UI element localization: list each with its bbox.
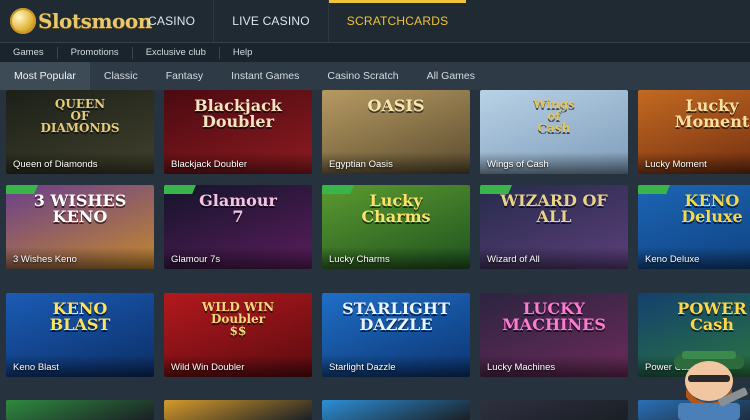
game-logo-text: KENO Deluxe bbox=[644, 193, 750, 225]
game-tile-egyptian-oasis[interactable]: OASIS Egyptian Oasis bbox=[322, 90, 470, 174]
game-tile-wizard-of-all[interactable]: WIZARD OF ALL Wizard of All bbox=[480, 185, 628, 269]
game-logo-text: WILD WIN Doubler $$ bbox=[170, 301, 306, 337]
game-tile-3-wishes-keno[interactable]: 3 WISHES KENO 3 Wishes Keno bbox=[6, 185, 154, 269]
game-title: Starlight Dazzle bbox=[329, 362, 396, 373]
category-tabs-bar: Most Popular Classic Fantasy Instant Gam… bbox=[0, 62, 750, 90]
game-logo-text: QUEEN OF DIAMONDS bbox=[12, 98, 148, 134]
game-logo-text: WIZARD OF ALL bbox=[486, 193, 622, 225]
game-title: Glamour 7s bbox=[171, 254, 221, 265]
game-tile-partial[interactable] bbox=[322, 400, 470, 420]
game-logo-text: KENO BLAST bbox=[12, 301, 148, 333]
game-tile-wild-win-doubler[interactable]: WILD WIN Doubler $$ Wild Win Doubler bbox=[164, 293, 312, 377]
new-badge-icon bbox=[480, 185, 512, 194]
mascot-character-icon bbox=[674, 351, 748, 420]
game-logo-line: DIAMONDS bbox=[40, 121, 120, 135]
main-nav-casino[interactable]: CASINO bbox=[130, 0, 213, 42]
game-logo-text: OASIS bbox=[328, 98, 464, 114]
game-title: Wings of Cash bbox=[487, 159, 549, 170]
game-tile-keno-deluxe[interactable]: KENO Deluxe Keno Deluxe bbox=[638, 185, 750, 269]
game-logo-line: WIZARD OF ALL bbox=[500, 191, 608, 226]
game-tile-blackjack-doubler[interactable]: Blackjack Doubler Blackjack Doubler bbox=[164, 90, 312, 174]
tab-most-popular[interactable]: Most Popular bbox=[0, 62, 90, 90]
tab-casino-scratch[interactable]: Casino Scratch bbox=[313, 62, 412, 90]
game-title: Queen of Diamonds bbox=[13, 159, 98, 170]
game-tile-starlight-dazzle[interactable]: STARLIGHT DAZZLE Starlight Dazzle bbox=[322, 293, 470, 377]
game-logo-text: Lucky Moment bbox=[644, 98, 750, 130]
tab-classic[interactable]: Classic bbox=[90, 62, 152, 90]
game-title: Lucky Moment bbox=[645, 159, 707, 170]
game-tile-partial[interactable] bbox=[164, 400, 312, 420]
tab-fantasy[interactable]: Fantasy bbox=[152, 62, 217, 90]
subnav-games[interactable]: Games bbox=[0, 47, 58, 59]
game-logo-text: 3 WISHES KENO bbox=[12, 193, 148, 225]
tab-all-games[interactable]: All Games bbox=[413, 62, 489, 90]
game-logo-text: Glamour 7 bbox=[170, 193, 306, 225]
game-logo-text: POWER Cash bbox=[644, 301, 750, 333]
game-logo-line: Doubler bbox=[201, 112, 275, 131]
new-badge-icon bbox=[638, 185, 670, 194]
game-title: Egyptian Oasis bbox=[329, 159, 393, 170]
subnav-promotions[interactable]: Promotions bbox=[58, 47, 133, 59]
game-logo-line: Moment bbox=[674, 112, 750, 131]
game-logo-line: Deluxe bbox=[681, 207, 743, 226]
game-tile-lucky-machines[interactable]: LUCKY MACHINES Lucky Machines bbox=[480, 293, 628, 377]
game-title: Lucky Machines bbox=[487, 362, 556, 373]
game-logo-line: MACHINES bbox=[502, 315, 606, 334]
game-logo-line: BLAST bbox=[49, 315, 111, 334]
game-title: Keno Blast bbox=[13, 362, 59, 373]
main-nav: CASINO LIVE CASINO SCRATCHCARDS bbox=[130, 0, 466, 42]
game-logo-line: Charms bbox=[361, 207, 431, 226]
moon-logo-icon bbox=[10, 8, 36, 34]
game-tile-keno-blast[interactable]: KENO BLAST Keno Blast bbox=[6, 293, 154, 377]
game-logo-line: 7 bbox=[232, 207, 244, 226]
game-logo-line: OASIS bbox=[367, 96, 425, 115]
game-tile-lucky-moment[interactable]: Lucky Moment Lucky Moment bbox=[638, 90, 750, 174]
game-title: Blackjack Doubler bbox=[171, 159, 248, 170]
game-logo-text: STARLIGHT DAZZLE bbox=[328, 301, 464, 333]
new-badge-icon bbox=[6, 185, 38, 194]
top-bar: Slotsmoon CASINO LIVE CASINO SCRATCHCARD… bbox=[0, 0, 750, 42]
game-tile-lucky-charms[interactable]: Lucky Charms Lucky Charms bbox=[322, 185, 470, 269]
game-logo-line: Cash bbox=[690, 315, 734, 334]
game-logo-text: Lucky Charms bbox=[328, 193, 464, 225]
main-nav-scratchcards[interactable]: SCRATCHCARDS bbox=[328, 0, 467, 42]
new-badge-icon bbox=[322, 185, 354, 194]
game-title: Wizard of All bbox=[487, 254, 540, 265]
games-grid: QUEEN OF DIAMONDS Queen of Diamonds Blackjac… bbox=[0, 90, 750, 420]
game-logo-line: $$ bbox=[229, 324, 247, 338]
secondary-nav: Games Promotions Exclusive club Help bbox=[0, 43, 750, 63]
game-title: 3 Wishes Keno bbox=[13, 254, 77, 265]
secondary-nav-bar: Games Promotions Exclusive club Help bbox=[0, 42, 750, 62]
subnav-help[interactable]: Help bbox=[220, 47, 266, 59]
game-logo-text: LUCKY MACHINES bbox=[486, 301, 622, 333]
game-tile-glamour-7s[interactable]: Glamour 7 Glamour 7s bbox=[164, 185, 312, 269]
game-tile-wings-of-cash[interactable]: Wings of Cash Wings of Cash bbox=[480, 90, 628, 174]
game-tile-partial[interactable] bbox=[480, 400, 628, 420]
game-logo-line: DAZZLE bbox=[359, 315, 433, 334]
game-tile-queen-of-diamonds[interactable]: QUEEN OF DIAMONDS Queen of Diamonds bbox=[6, 90, 154, 174]
game-logo-text: Wings of Cash bbox=[486, 98, 622, 134]
game-tile-partial[interactable] bbox=[6, 400, 154, 420]
game-logo-line: KENO bbox=[52, 207, 108, 226]
game-logo-text: Blackjack Doubler bbox=[170, 98, 306, 130]
game-title: Wild Win Doubler bbox=[171, 362, 245, 373]
subnav-exclusive-club[interactable]: Exclusive club bbox=[133, 47, 220, 59]
game-logo-line: Cash bbox=[537, 121, 571, 135]
game-title: Keno Deluxe bbox=[645, 254, 700, 265]
game-title: Lucky Charms bbox=[329, 254, 390, 265]
tab-instant-games[interactable]: Instant Games bbox=[217, 62, 313, 90]
main-nav-live-casino[interactable]: LIVE CASINO bbox=[214, 0, 328, 42]
new-badge-icon bbox=[164, 185, 196, 194]
category-tabs: Most Popular Classic Fantasy Instant Gam… bbox=[0, 62, 750, 90]
